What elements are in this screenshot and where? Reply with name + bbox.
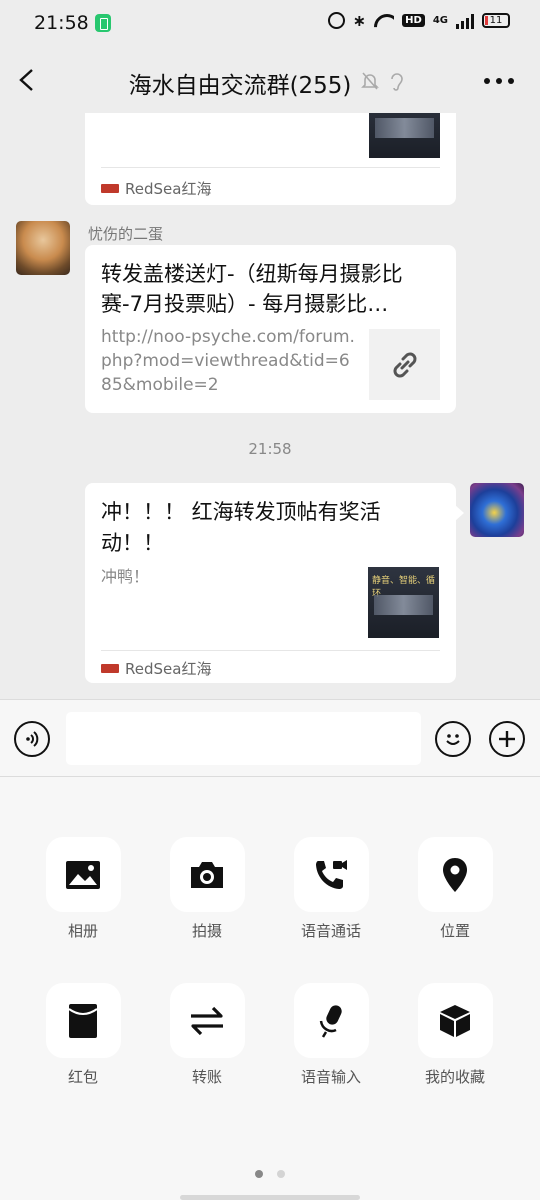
input-bar [0, 699, 540, 777]
signal-icon [456, 13, 474, 29]
red-envelope-icon [68, 1003, 98, 1038]
image-icon [66, 860, 100, 889]
avatar[interactable] [16, 221, 70, 275]
more-options-button[interactable] [484, 78, 514, 84]
redsea-logo-icon [101, 664, 119, 673]
article-source: RedSea红海 [101, 178, 211, 199]
status-icons: ∗ HD 4G 11 [327, 11, 510, 30]
home-indicator[interactable] [180, 1195, 360, 1200]
link-title: 转发盖楼送灯-（纽斯每月摄影比赛-7月投票贴）- 每月摄影比… [101, 262, 403, 316]
earpiece-icon [391, 73, 403, 91]
article-source: RedSea红海 [101, 658, 211, 679]
link-url: http://noo-psyche.com/forum.php?mod=view… [101, 327, 355, 395]
voice-icon [26, 731, 39, 747]
article-description: 冲鸭！ [101, 567, 150, 586]
alarm-icon [327, 12, 345, 29]
page-indicator [255, 1170, 285, 1178]
sender-name: 忧伤的二蛋 [88, 225, 164, 243]
redsea-logo-icon [101, 184, 119, 193]
emoji-icon [446, 734, 460, 745]
wifi-icon [374, 14, 394, 28]
article-thumbnail: 静音、智能、循环 [368, 567, 439, 638]
message-input[interactable] [66, 712, 421, 765]
network-type: 4G [432, 15, 448, 26]
message-list[interactable]: RedSea红海 忧伤的二蛋 转发盖楼送灯-（纽斯每月摄影比赛-7月投票贴）- … [0, 113, 540, 699]
link-icon [393, 352, 416, 377]
voice-toggle-button[interactable] [14, 721, 50, 757]
battery-icon: 11 [482, 13, 510, 28]
tool-location[interactable]: 位置 [400, 837, 510, 941]
avatar[interactable] [470, 483, 524, 537]
article-card[interactable]: 冲！！！ 红海转发顶帖有奖活动！！ 冲鸭！ 静音、智能、循环 RedSea红海 [85, 483, 456, 683]
link-thumbnail [369, 329, 440, 400]
tool-voice-input[interactable]: 语音输入 [276, 983, 386, 1087]
bluetooth-icon: ∗ [352, 11, 367, 30]
chat-title: 海水自由交流群(255) [128, 73, 352, 99]
link-card[interactable]: 转发盖楼送灯-（纽斯每月摄影比赛-7月投票贴）- 每月摄影比… http://n… [85, 245, 456, 413]
status-bar: 21:58 ∗ HD 4G 11 [0, 0, 540, 48]
tool-favorites[interactable]: 我的收藏 [400, 983, 510, 1087]
function-panel: 相册 拍摄 语音通话 位置 红包 转账 语音输入 我的收藏 [0, 777, 540, 1200]
article-card[interactable]: RedSea红海 [85, 113, 456, 205]
message-timestamp: 21:58 [248, 440, 292, 458]
cube-icon [440, 1004, 470, 1037]
mute-bell-icon [361, 72, 379, 90]
article-thumbnail [369, 113, 440, 158]
transfer-icon [191, 1006, 223, 1035]
tool-camera[interactable]: 拍摄 [152, 837, 262, 941]
plus-icon [499, 731, 515, 747]
tool-album[interactable]: 相册 [28, 837, 138, 941]
microphone-icon [319, 1004, 342, 1038]
battery-saver-icon [95, 14, 111, 32]
hd-icon: HD [402, 14, 425, 27]
camera-icon [191, 861, 223, 888]
emoji-button[interactable] [435, 721, 471, 757]
more-functions-button[interactable] [489, 721, 525, 757]
phone-video-icon [316, 859, 347, 889]
tool-red-envelope[interactable]: 红包 [28, 983, 138, 1087]
status-time: 21:58 [34, 12, 89, 34]
tool-voice-call[interactable]: 语音通话 [276, 837, 386, 941]
location-pin-icon [443, 857, 467, 892]
article-title: 冲！！！ 红海转发顶帖有奖活动！！ [101, 500, 381, 555]
chat-header: 海水自由交流群(255) [0, 48, 540, 113]
tool-transfer[interactable]: 转账 [152, 983, 262, 1087]
